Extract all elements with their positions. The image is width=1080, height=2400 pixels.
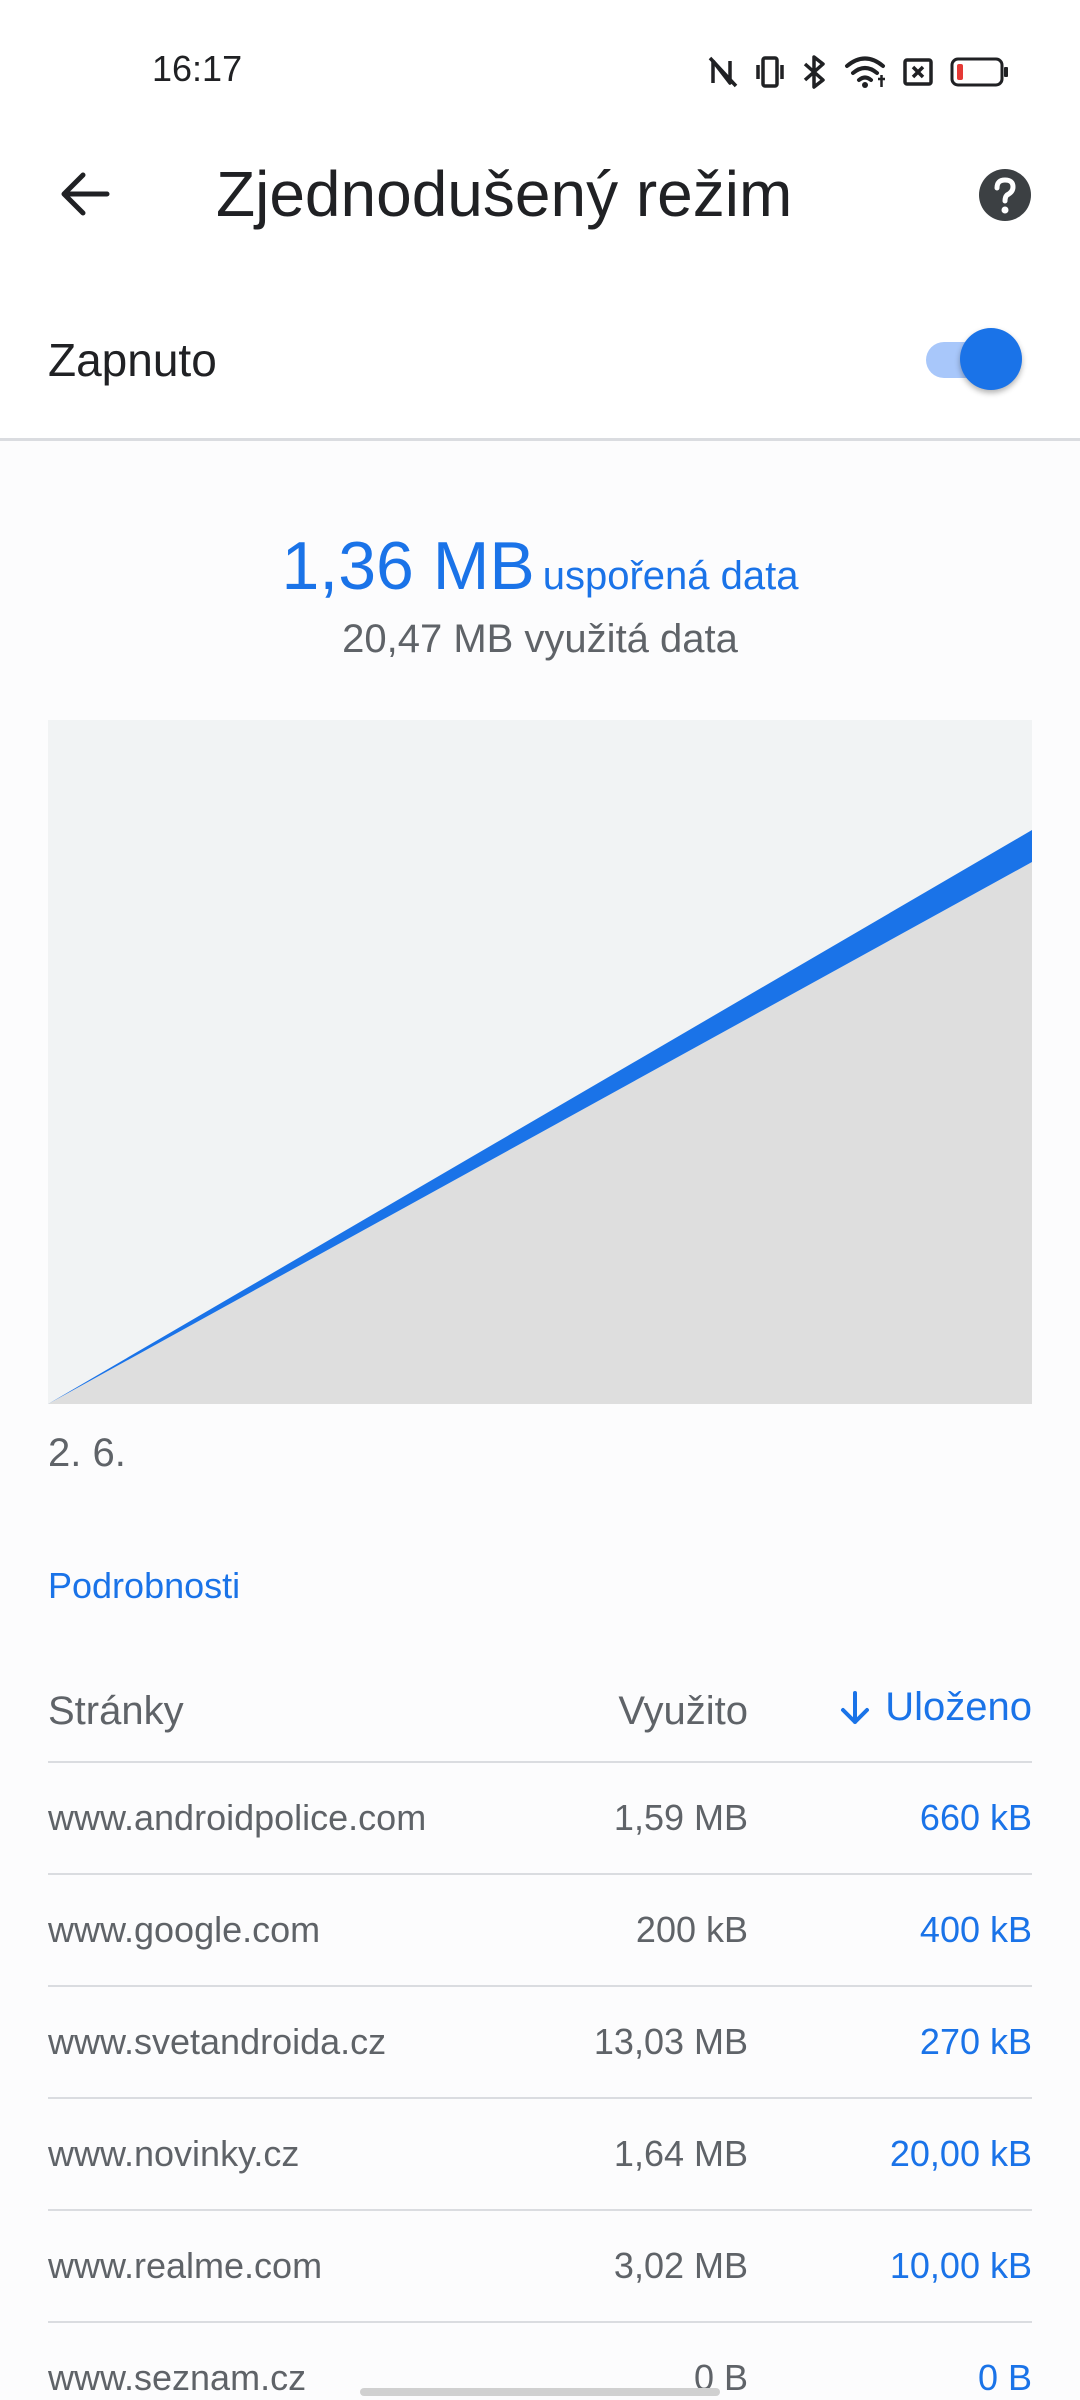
table-row: www.novinky.cz 1,64 MB 20,00 kB bbox=[48, 2097, 1032, 2209]
site-saved: 10,00 kB bbox=[889, 2245, 1032, 2286]
table-row: www.realme.com 3,02 MB 10,00 kB bbox=[48, 2209, 1032, 2321]
help-circle-icon bbox=[979, 169, 1031, 221]
site-used: 3,02 MB bbox=[613, 2245, 748, 2286]
header-saved-label: Uloženo bbox=[885, 1685, 1032, 1729]
saved-label: uspořená data bbox=[542, 554, 799, 598]
home-indicator[interactable] bbox=[360, 2388, 720, 2396]
saved-value: 1,36 MB bbox=[281, 528, 535, 604]
site-list: www.androidpolice.com 1,59 MB 660 kB www… bbox=[48, 1761, 1032, 2400]
data-saver-switch[interactable] bbox=[922, 328, 1024, 392]
app-bar: Zjednodušený režim bbox=[0, 140, 1080, 250]
header-used[interactable]: Využito bbox=[618, 1689, 748, 1734]
site-used: 200 kB bbox=[635, 1909, 748, 1950]
wifi-icon bbox=[844, 55, 886, 89]
table-header: Stránky Využito Uloženo bbox=[48, 1675, 1032, 1755]
site-saved: 660 kB bbox=[919, 1797, 1032, 1838]
table-row: www.svetandroida.cz 13,03 MB 270 kB bbox=[48, 1985, 1032, 2097]
arrow-down-icon bbox=[841, 1690, 870, 1724]
site-saved: 20,00 kB bbox=[889, 2133, 1032, 2174]
site-name: www.novinky.cz bbox=[48, 2133, 300, 2174]
bluetooth-icon bbox=[802, 54, 828, 90]
used-summary: 20,47 MB využitá data bbox=[342, 617, 738, 661]
site-name: www.google.com bbox=[48, 1909, 321, 1950]
site-used: 1,64 MB bbox=[613, 2133, 748, 2174]
data-usage-chart bbox=[48, 720, 1032, 1404]
table-row: www.androidpolice.com 1,59 MB 660 kB bbox=[48, 1761, 1032, 1873]
status-bar: 16:17 bbox=[0, 0, 1080, 140]
help-button[interactable] bbox=[970, 160, 1040, 230]
site-name: www.realme.com bbox=[48, 2245, 323, 2286]
switch-thumb bbox=[960, 328, 1022, 390]
chart-svg bbox=[48, 720, 1032, 1404]
status-time: 16:17 bbox=[152, 48, 243, 89]
status-icons bbox=[708, 52, 1010, 92]
toggle-label: Zapnuto bbox=[48, 334, 217, 386]
nfc-off-icon bbox=[708, 55, 738, 89]
site-saved: 400 kB bbox=[919, 1909, 1032, 1950]
details-link[interactable]: Podrobnosti bbox=[48, 1565, 240, 1607]
page-title: Zjednodušený režim bbox=[216, 158, 793, 230]
site-saved: 270 kB bbox=[919, 2021, 1032, 2062]
site-used: 1,59 MB bbox=[613, 1797, 748, 1838]
data-saver-toggle-row[interactable]: Zapnuto bbox=[0, 300, 1080, 440]
vibrate-icon bbox=[754, 55, 786, 89]
saved-summary: 1,36 MB uspořená data bbox=[0, 527, 1080, 605]
site-name: www.svetandroida.cz bbox=[48, 2021, 387, 2062]
battery-low-icon bbox=[950, 56, 1010, 88]
site-name: www.seznam.cz bbox=[48, 2357, 307, 2398]
data-saver-screen: 16:17 Zjednodušený režim Zapnuto 1,36 MB… bbox=[0, 0, 1080, 2400]
site-used: 13,03 MB bbox=[593, 2021, 748, 2062]
sim-off-icon bbox=[902, 56, 934, 88]
site-name: www.androidpolice.com bbox=[48, 1797, 427, 1838]
header-saved[interactable]: Uloženo bbox=[839, 1685, 1032, 1730]
header-sites[interactable]: Stránky bbox=[48, 1689, 184, 1734]
site-saved: 0 B bbox=[977, 2357, 1032, 2398]
back-button[interactable] bbox=[40, 154, 130, 234]
table-row: www.google.com 200 kB 400 kB bbox=[48, 1873, 1032, 1985]
arrow-back-icon bbox=[61, 172, 110, 216]
data-usage-panel: 1,36 MB uspořená data 20,47 MB využitá da… bbox=[0, 441, 1080, 2400]
chart-start-date: 2. 6. bbox=[48, 1431, 126, 1475]
